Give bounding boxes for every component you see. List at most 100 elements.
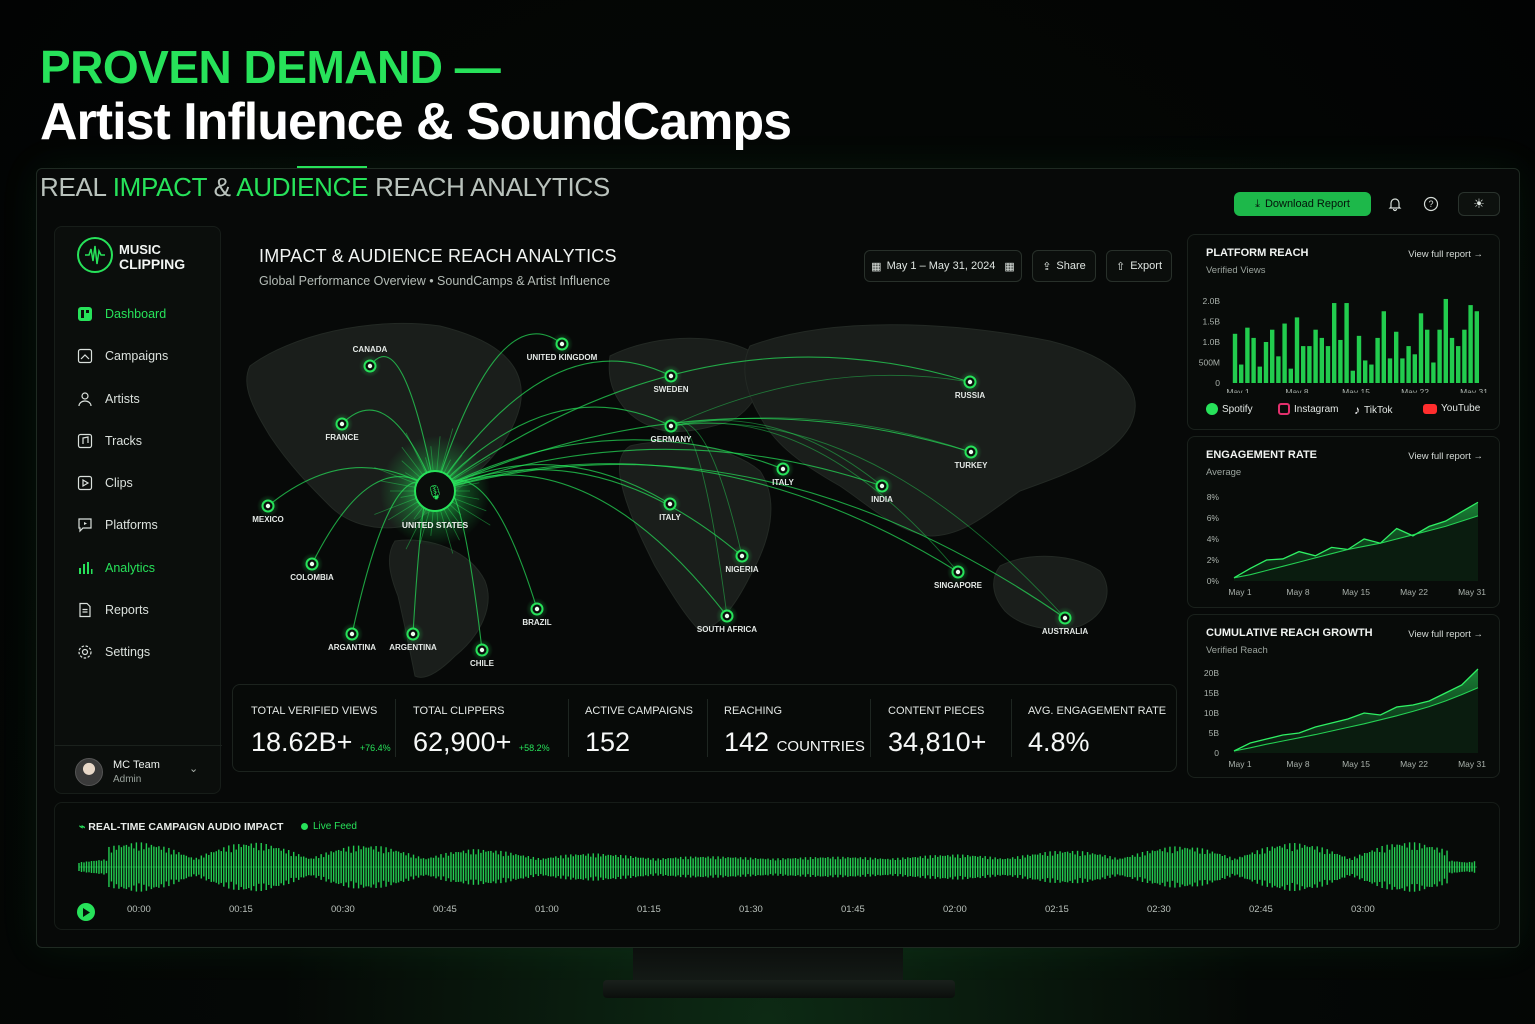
time-tick-label: 02:30 — [1147, 904, 1171, 915]
chevron-down-icon: ⌄ — [189, 763, 199, 775]
bar — [1251, 337, 1256, 383]
bar — [1270, 329, 1275, 383]
view-full-report-link[interactable]: View full report → — [1408, 451, 1483, 462]
node-dot — [349, 631, 355, 637]
y-tick-label: 500M — [1199, 358, 1220, 368]
x-tick-label: May 1 — [1228, 759, 1251, 769]
artists-icon — [77, 391, 93, 407]
sidebar-item-dashboard[interactable]: Dashboard — [77, 303, 166, 325]
x-tick-label: May 1 — [1228, 587, 1251, 597]
hub-node-united-states: 🎙 UNITED STATES — [380, 436, 490, 546]
brand-line1: MUSIC — [119, 242, 161, 257]
stat-value-row: 62,900+ +58.2% — [413, 727, 550, 758]
time-tick-label: 00:45 — [433, 904, 457, 915]
analytics-icon — [77, 560, 93, 576]
node-dot — [534, 606, 540, 612]
download-report-label: Download Report — [1264, 198, 1350, 210]
sidebar-item-reports[interactable]: Reports — [77, 599, 149, 621]
bar — [1276, 356, 1281, 383]
bar — [1239, 364, 1244, 383]
y-tick-label: 0% — [1207, 576, 1220, 586]
calendar-icon: ▦ — [871, 260, 882, 273]
sidebar-item-platforms[interactable]: Platforms — [77, 514, 158, 536]
help-icon[interactable]: ? — [1418, 192, 1444, 216]
sidebar-item-settings[interactable]: Settings — [77, 641, 150, 663]
user-menu[interactable]: MC Team Admin ⌄ — [55, 745, 222, 795]
export-button[interactable]: ⇧ Export — [1106, 250, 1172, 282]
sidebar-item-clips[interactable]: Clips — [77, 472, 133, 494]
y-tick-label: 0 — [1214, 748, 1219, 758]
sidebar-item-campaigns[interactable]: Campaigns — [77, 345, 168, 367]
stat-unit: COUNTRIES — [776, 738, 865, 755]
bar — [1456, 346, 1461, 383]
map-label: RUSSIA — [955, 391, 985, 400]
subhead-highlight: AUDIENCE — [236, 172, 369, 202]
sidebar: MUSIC CLIPPING Dashboard Campaigns Artis… — [54, 226, 222, 795]
legend-spotify: Spotify — [1206, 403, 1253, 415]
bar — [1332, 303, 1337, 383]
youtube-icon — [1423, 403, 1437, 414]
bar — [1462, 329, 1467, 383]
link-label: View full report — [1408, 629, 1471, 640]
brand-line2: CLIPPING — [119, 256, 186, 272]
date-range-picker[interactable]: ▦ May 1 – May 31, 2024 ▦ — [864, 250, 1022, 282]
legend-label: Instagram — [1294, 403, 1339, 415]
export-label: Export — [1130, 260, 1162, 272]
share-icon: ⇪ — [1042, 260, 1052, 273]
bar — [1282, 323, 1287, 383]
y-tick-label: 20B — [1204, 668, 1219, 678]
subhead-highlight: IMPACT — [112, 172, 207, 202]
map-node-india: INDIA — [871, 475, 893, 504]
time-tick-label: 02:45 — [1249, 904, 1273, 915]
view-full-report-link[interactable]: View full report → — [1408, 249, 1483, 260]
node-dot — [955, 569, 961, 575]
bar — [1406, 346, 1411, 383]
sidebar-item-label: Clips — [105, 476, 133, 490]
bar — [1294, 317, 1300, 383]
stat-label: AVG. ENGAGEMENT RATE — [1028, 705, 1167, 717]
stat-delta: +76.4% — [359, 743, 391, 753]
sidebar-item-analytics[interactable]: Analytics — [77, 557, 155, 579]
stat-value: 152 — [585, 727, 631, 757]
sidebar-item-label: Settings — [105, 645, 151, 659]
y-tick-label: 1.0B — [1203, 337, 1221, 347]
stat-value: 18.62B+ — [251, 727, 353, 757]
x-tick-label: May 22 — [1400, 587, 1428, 597]
theme-toggle[interactable]: ☀ — [1458, 192, 1500, 216]
stat-value-row: 142 COUNTRIES — [724, 727, 865, 758]
cumulative-reach-chart: 0 5B 10B 15B 20B May 1 May 8 May 15 May 22 May 31 — [1204, 668, 1486, 769]
play-button[interactable] — [77, 903, 95, 921]
platform-reach-panel: PLATFORM REACH Verified Views View full … — [1187, 234, 1500, 430]
bar — [1400, 358, 1405, 383]
x-tick-label: May 1 — [1226, 387, 1249, 393]
continents — [246, 322, 1136, 678]
share-button[interactable]: ⇪ Share — [1032, 250, 1096, 282]
platform-reach-chart: 0 500M 1.0B 1.5B 2.0B May 1 May 8 May 15 May 22 M… — [1199, 296, 1488, 393]
hub-mic-icon: 🎙 — [426, 484, 444, 500]
bar — [1468, 305, 1473, 383]
bell-icon[interactable] — [1382, 192, 1408, 216]
x-tick-label: May 15 — [1342, 387, 1370, 393]
map-node-united-kingdom: UNITED KINGDOM — [527, 333, 598, 362]
bar — [1363, 360, 1368, 383]
download-report-button[interactable]: ⤓ Download Report — [1234, 192, 1371, 216]
bar — [1338, 339, 1343, 383]
arrow-right-icon: → — [1473, 249, 1484, 260]
bar — [1350, 370, 1355, 383]
time-tick-label: 00:00 — [127, 904, 151, 915]
arrow-right-icon: → — [1473, 629, 1484, 640]
sidebar-item-tracks[interactable]: Tracks — [77, 430, 142, 452]
map-node-chile: CHILE — [470, 639, 495, 668]
sidebar-item-artists[interactable]: Artists — [77, 388, 140, 410]
view-full-report-link[interactable]: View full report → — [1408, 629, 1483, 640]
engagement-rate-chart: 0% 2% 4% 6% 8% May 1 May 8 May 15 May 22 May 31 — [1207, 492, 1487, 597]
stat-value: 4.8% — [1028, 727, 1090, 757]
bar — [1387, 358, 1393, 383]
instagram-icon — [1278, 403, 1290, 415]
panel-title: PLATFORM REACH — [1206, 247, 1309, 259]
time-tick-label: 00:30 — [331, 904, 355, 915]
map-label: ARGANTINA — [328, 643, 376, 652]
node-dot — [559, 341, 565, 347]
sidebar-item-label: Reports — [105, 603, 149, 617]
map-label: BRAZIL — [522, 618, 551, 627]
